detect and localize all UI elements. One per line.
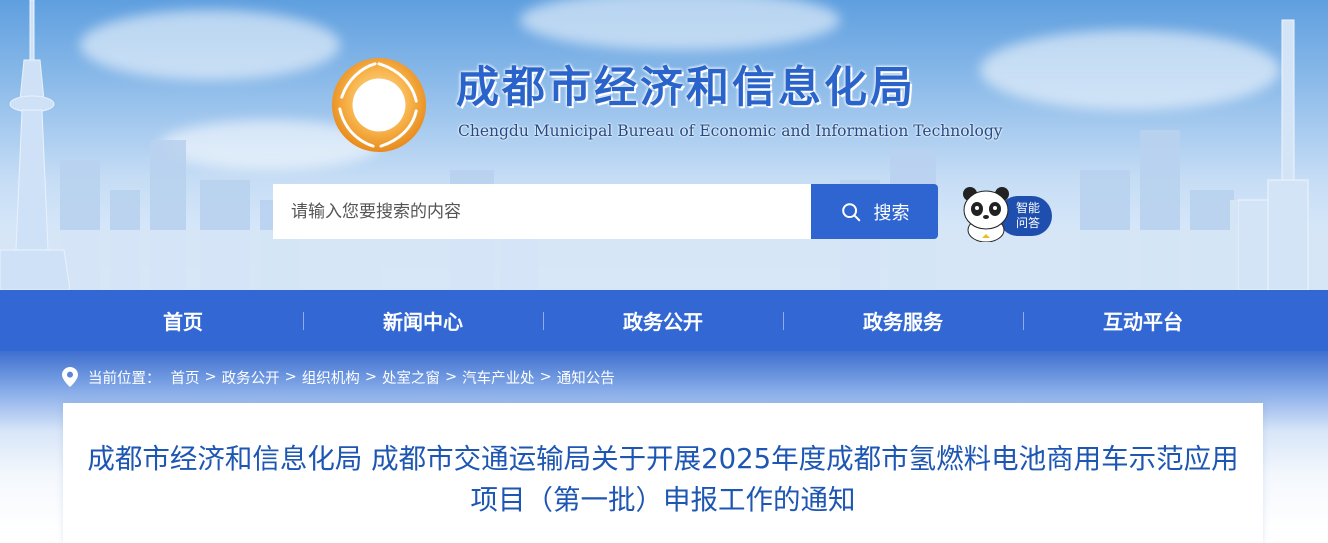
smart-qa-label-line1: 智能	[1015, 201, 1040, 215]
cloud-decoration	[80, 10, 340, 80]
article-card: 成都市经济和信息化局 成都市交通运输局关于开展2025年度成都市氢燃料电池商用车…	[63, 403, 1263, 543]
breadcrumb-auto-industry-division[interactable]: 汽车产业处	[462, 367, 535, 388]
main-nav: 首页 新闻中心 政务公开 政务服务 互动平台	[0, 290, 1328, 351]
nav-item-interaction-platform[interactable]: 互动平台	[1023, 290, 1263, 351]
tower-right	[1238, 19, 1309, 290]
tv-tower-left	[0, 0, 70, 290]
bureau-logo-emblem	[331, 57, 427, 153]
nav-item-home[interactable]: 首页	[63, 290, 303, 351]
panda-mascot-icon	[963, 187, 1009, 242]
breadcrumb-government-affairs[interactable]: 政务公开	[222, 367, 280, 388]
search-icon	[841, 202, 860, 221]
site-title: 成都市经济和信息化局	[456, 63, 916, 113]
nav-item-label: 政务公开	[623, 310, 703, 334]
site-subtitle: Chengdu Municipal Bureau of Economic and…	[458, 122, 1003, 140]
search-input[interactable]	[273, 184, 811, 239]
location-pin-icon	[62, 367, 78, 387]
nav-item-government-affairs-disclosure[interactable]: 政务公开	[543, 290, 783, 351]
nav-item-label: 互动平台	[1103, 310, 1183, 334]
breadcrumb-organization[interactable]: 组织机构	[302, 367, 360, 388]
cloud-decoration	[980, 30, 1280, 110]
breadcrumb-separator: >	[539, 369, 552, 385]
breadcrumb: 当前位置： 首页 > 政务公开 > 组织机构 > 处室之窗 > 汽车产业处 > …	[62, 366, 615, 388]
breadcrumb-separator: >	[444, 369, 458, 385]
nav-item-news-center[interactable]: 新闻中心	[303, 290, 543, 351]
breadcrumb-separator: >	[364, 369, 377, 385]
breadcrumb-separator: >	[204, 369, 217, 385]
smart-qa-label-line2: 问答	[1015, 216, 1040, 230]
nav-item-government-services[interactable]: 政务服务	[783, 290, 1023, 351]
smart-qa-button[interactable]: 智能 问答	[958, 182, 1056, 242]
breadcrumb-division-window[interactable]: 处室之窗	[382, 367, 440, 388]
nav-item-label: 首页	[163, 310, 203, 334]
search-button[interactable]: 搜索	[811, 184, 938, 239]
breadcrumb-notices[interactable]: 通知公告	[557, 367, 615, 388]
breadcrumb-separator: >	[284, 369, 297, 385]
search-button-label: 搜索	[873, 202, 910, 224]
site-header: 成都市经济和信息化局 Chengdu Municipal Bureau of E…	[0, 0, 1328, 290]
breadcrumb-home[interactable]: 首页	[171, 367, 200, 388]
article-title: 成都市经济和信息化局 成都市交通运输局关于开展2025年度成都市氢燃料电池商用车…	[87, 443, 1239, 516]
breadcrumb-prefix: 当前位置：	[88, 370, 161, 387]
nav-item-label: 政务服务	[863, 310, 943, 334]
nav-item-label: 新闻中心	[383, 310, 463, 334]
cloud-decoration	[520, 0, 840, 50]
